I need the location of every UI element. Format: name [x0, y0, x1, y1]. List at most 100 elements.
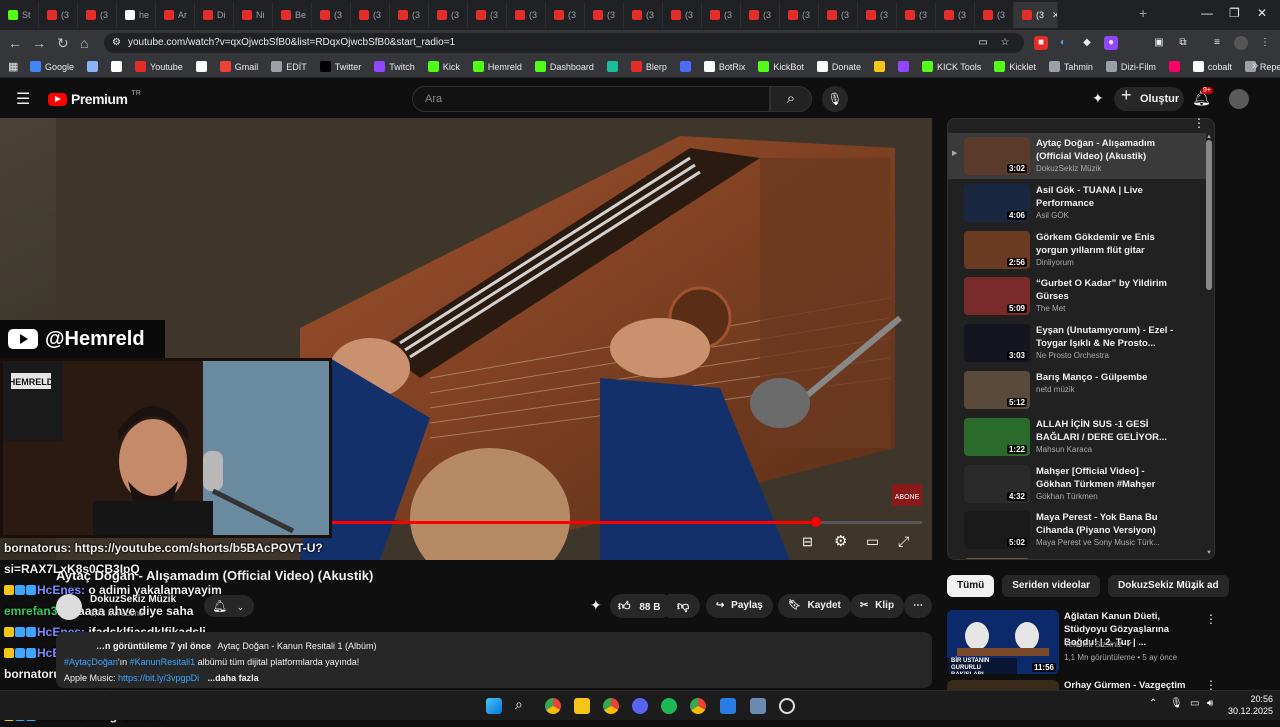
subtitles-icon[interactable]: ⊟: [802, 534, 813, 550]
bookmark-item[interactable]: Blerp: [630, 61, 667, 72]
playlist-item[interactable]: 5:02 Maya Perest - Yok Bana Bu Cihanda (P…: [948, 507, 1206, 553]
windows-start-icon[interactable]: [486, 698, 502, 714]
microphone-tray-icon[interactable]: 🎙︎: [1170, 698, 1183, 709]
extension-icon[interactable]: ◆: [1080, 36, 1094, 50]
scroll-down-icon[interactable]: ▼: [1206, 550, 1212, 556]
apple-music-link[interactable]: https://bit.ly/3vpgpDi: [118, 673, 199, 683]
chevron-right-icon[interactable]: ›: [1192, 578, 1197, 594]
browser-tab[interactable]: (3: [429, 2, 468, 28]
bookmark-star-icon[interactable]: ☆: [998, 36, 1012, 50]
site-info-icon[interactable]: ⚙: [112, 33, 121, 53]
recommendation-thumbnail[interactable]: BİR USTANIN GURURLU BAKIŞLARI 11:56: [947, 610, 1059, 674]
playlist-item[interactable]: 1:22 ALLAH İÇİN SUS -1 GESİ BAĞLARI / DER…: [948, 414, 1206, 460]
install-app-icon[interactable]: ▭: [976, 36, 990, 50]
bookmark-item[interactable]: cobalt: [1192, 61, 1232, 72]
volume-icon[interactable]: 🔊︎: [1207, 698, 1213, 709]
tray-chevron-up-icon[interactable]: ⌃: [1149, 698, 1157, 709]
browser-tab[interactable]: (3: [702, 2, 741, 28]
reload-icon[interactable]: ↻: [57, 35, 69, 52]
close-tab-icon[interactable]: ✕: [1052, 10, 1057, 21]
browser-tab[interactable]: (3: [858, 2, 897, 28]
more-actions-button[interactable]: ⋯: [904, 594, 932, 618]
ask-ai-icon[interactable]: ✦: [590, 597, 602, 614]
voice-search-button[interactable]: 🎙: [822, 86, 848, 112]
chrome-icon[interactable]: [690, 698, 706, 714]
chrome-icon[interactable]: [545, 698, 561, 714]
cast-icon[interactable]: ✦: [1092, 90, 1104, 107]
bookmark-item[interactable]: Hemreld: [472, 61, 522, 72]
hashtag-link[interactable]: #KanunResitali1: [130, 657, 196, 667]
forward-icon[interactable]: →: [32, 35, 46, 51]
taskbar-clock[interactable]: 20:56 30.12.2025: [1228, 693, 1273, 717]
bookmark-item[interactable]: [111, 61, 123, 72]
video-progress-bar[interactable]: [332, 517, 922, 527]
fullscreen-icon[interactable]: ⤢: [898, 533, 909, 550]
url-field[interactable]: ⚙ youtube.com/watch?v=qxOjwcbSfB0&list=R…: [104, 33, 1024, 53]
account-avatar[interactable]: [1229, 89, 1249, 109]
recommendation-thumbnail[interactable]: [947, 680, 1059, 690]
extension-icon[interactable]: ■: [1034, 36, 1048, 50]
filter-chip[interactable]: Tümü: [947, 575, 995, 597]
bookmark-item[interactable]: [606, 61, 618, 72]
bookmark-item[interactable]: Dizi-Film: [1105, 61, 1156, 72]
bookmark-item[interactable]: [1168, 61, 1180, 72]
theater-mode-icon[interactable]: ▭: [866, 533, 879, 550]
channel-avatar[interactable]: [56, 594, 82, 620]
bookmark-item[interactable]: Repertuar: [1244, 61, 1280, 72]
recommendation-menu-icon[interactable]: ⋮: [1205, 612, 1217, 626]
bookmark-item[interactable]: BotRix: [703, 61, 745, 72]
browser-tab[interactable]: (3: [39, 2, 78, 28]
clip-button[interactable]: ✂ Klip: [850, 594, 905, 618]
video-description[interactable]: …n görüntüleme 7 yıl önce Aytaç Doğan - …: [56, 632, 932, 688]
subscription-bell-button[interactable]: 🔔︎ ⌄: [204, 595, 254, 617]
new-tab-icon[interactable]: +: [1139, 5, 1147, 21]
app-icon[interactable]: [779, 698, 795, 714]
bookmark-item[interactable]: KICK Tools: [921, 61, 981, 72]
browser-tab[interactable]: (3: [585, 2, 624, 28]
hamburger-menu-icon[interactable]: ☰: [16, 89, 30, 109]
bookmark-item[interactable]: Youtube: [135, 61, 183, 72]
browser-tab[interactable]: (3: [351, 2, 390, 28]
close-window-icon[interactable]: ✕: [1257, 6, 1267, 20]
browser-tab[interactable]: (3: [468, 2, 507, 28]
browser-tab[interactable]: Ar: [156, 2, 195, 28]
notifications-button[interactable]: 🔔︎ 9+: [1192, 87, 1213, 108]
bookmark-item[interactable]: [679, 61, 691, 72]
settings-gear-icon[interactable]: ⚙: [834, 532, 847, 550]
playlist-item[interactable]: 5:09 “Gurbet O Kadar” by Yildirim Gürses T…: [948, 273, 1206, 319]
back-icon[interactable]: ←: [8, 35, 22, 51]
bookmark-item[interactable]: EDİT: [271, 61, 307, 72]
browser-tab[interactable]: (3: [507, 2, 546, 28]
file-explorer-icon[interactable]: [574, 698, 590, 714]
browser-tab[interactable]: Be: [273, 2, 312, 28]
playlist-item[interactable]: 5:12 Barış Manço - Gülpembe netd müzik: [948, 367, 1206, 413]
discord-icon[interactable]: [632, 698, 648, 714]
show-more-link[interactable]: ...daha fazla: [208, 673, 259, 683]
browser-menu-icon[interactable]: ⋮: [1258, 36, 1272, 50]
bookmark-item[interactable]: Kick: [427, 61, 460, 72]
browser-tab[interactable]: Ni: [234, 2, 273, 28]
bookmark-item[interactable]: [195, 61, 207, 72]
playlist-item[interactable]: 3:03 Eyşan (Unutamıyorum) - Ezel - Toygar…: [948, 320, 1206, 366]
bookmark-item[interactable]: [87, 61, 99, 72]
chrome-icon[interactable]: [603, 698, 619, 714]
filter-chip[interactable]: DokuzSekiz Müzik ad: [1108, 575, 1229, 597]
playlist-item[interactable]: 4:06 Asil Gök - TUANA | Live Performance A…: [948, 180, 1206, 226]
browser-tab[interactable]: (3: [780, 2, 819, 28]
display-tray-icon[interactable]: ▭: [1190, 698, 1199, 709]
bookmark-item[interactable]: Twitch: [374, 61, 415, 72]
playlist-item[interactable]: ▶ 3:02 Aytaç Doğan - Alışamadım (Official …: [948, 133, 1206, 179]
bookmark-item[interactable]: Google: [30, 61, 74, 72]
extensions-puzzle-icon[interactable]: ⧉: [1176, 36, 1190, 50]
browser-tab[interactable]: (3: [663, 2, 702, 28]
search-icon[interactable]: ⌕: [515, 696, 531, 712]
bookmark-item[interactable]: Dashboard: [534, 61, 594, 72]
browser-tab[interactable]: (3: [819, 2, 858, 28]
search-input[interactable]: Ara: [412, 86, 770, 112]
browser-tab[interactable]: (3: [390, 2, 429, 28]
app-icon[interactable]: [720, 698, 736, 714]
bookmark-item[interactable]: [873, 61, 885, 72]
browser-tab[interactable]: (3: [546, 2, 585, 28]
browser-tab[interactable]: (3: [741, 2, 780, 28]
spotify-icon[interactable]: [661, 698, 677, 714]
